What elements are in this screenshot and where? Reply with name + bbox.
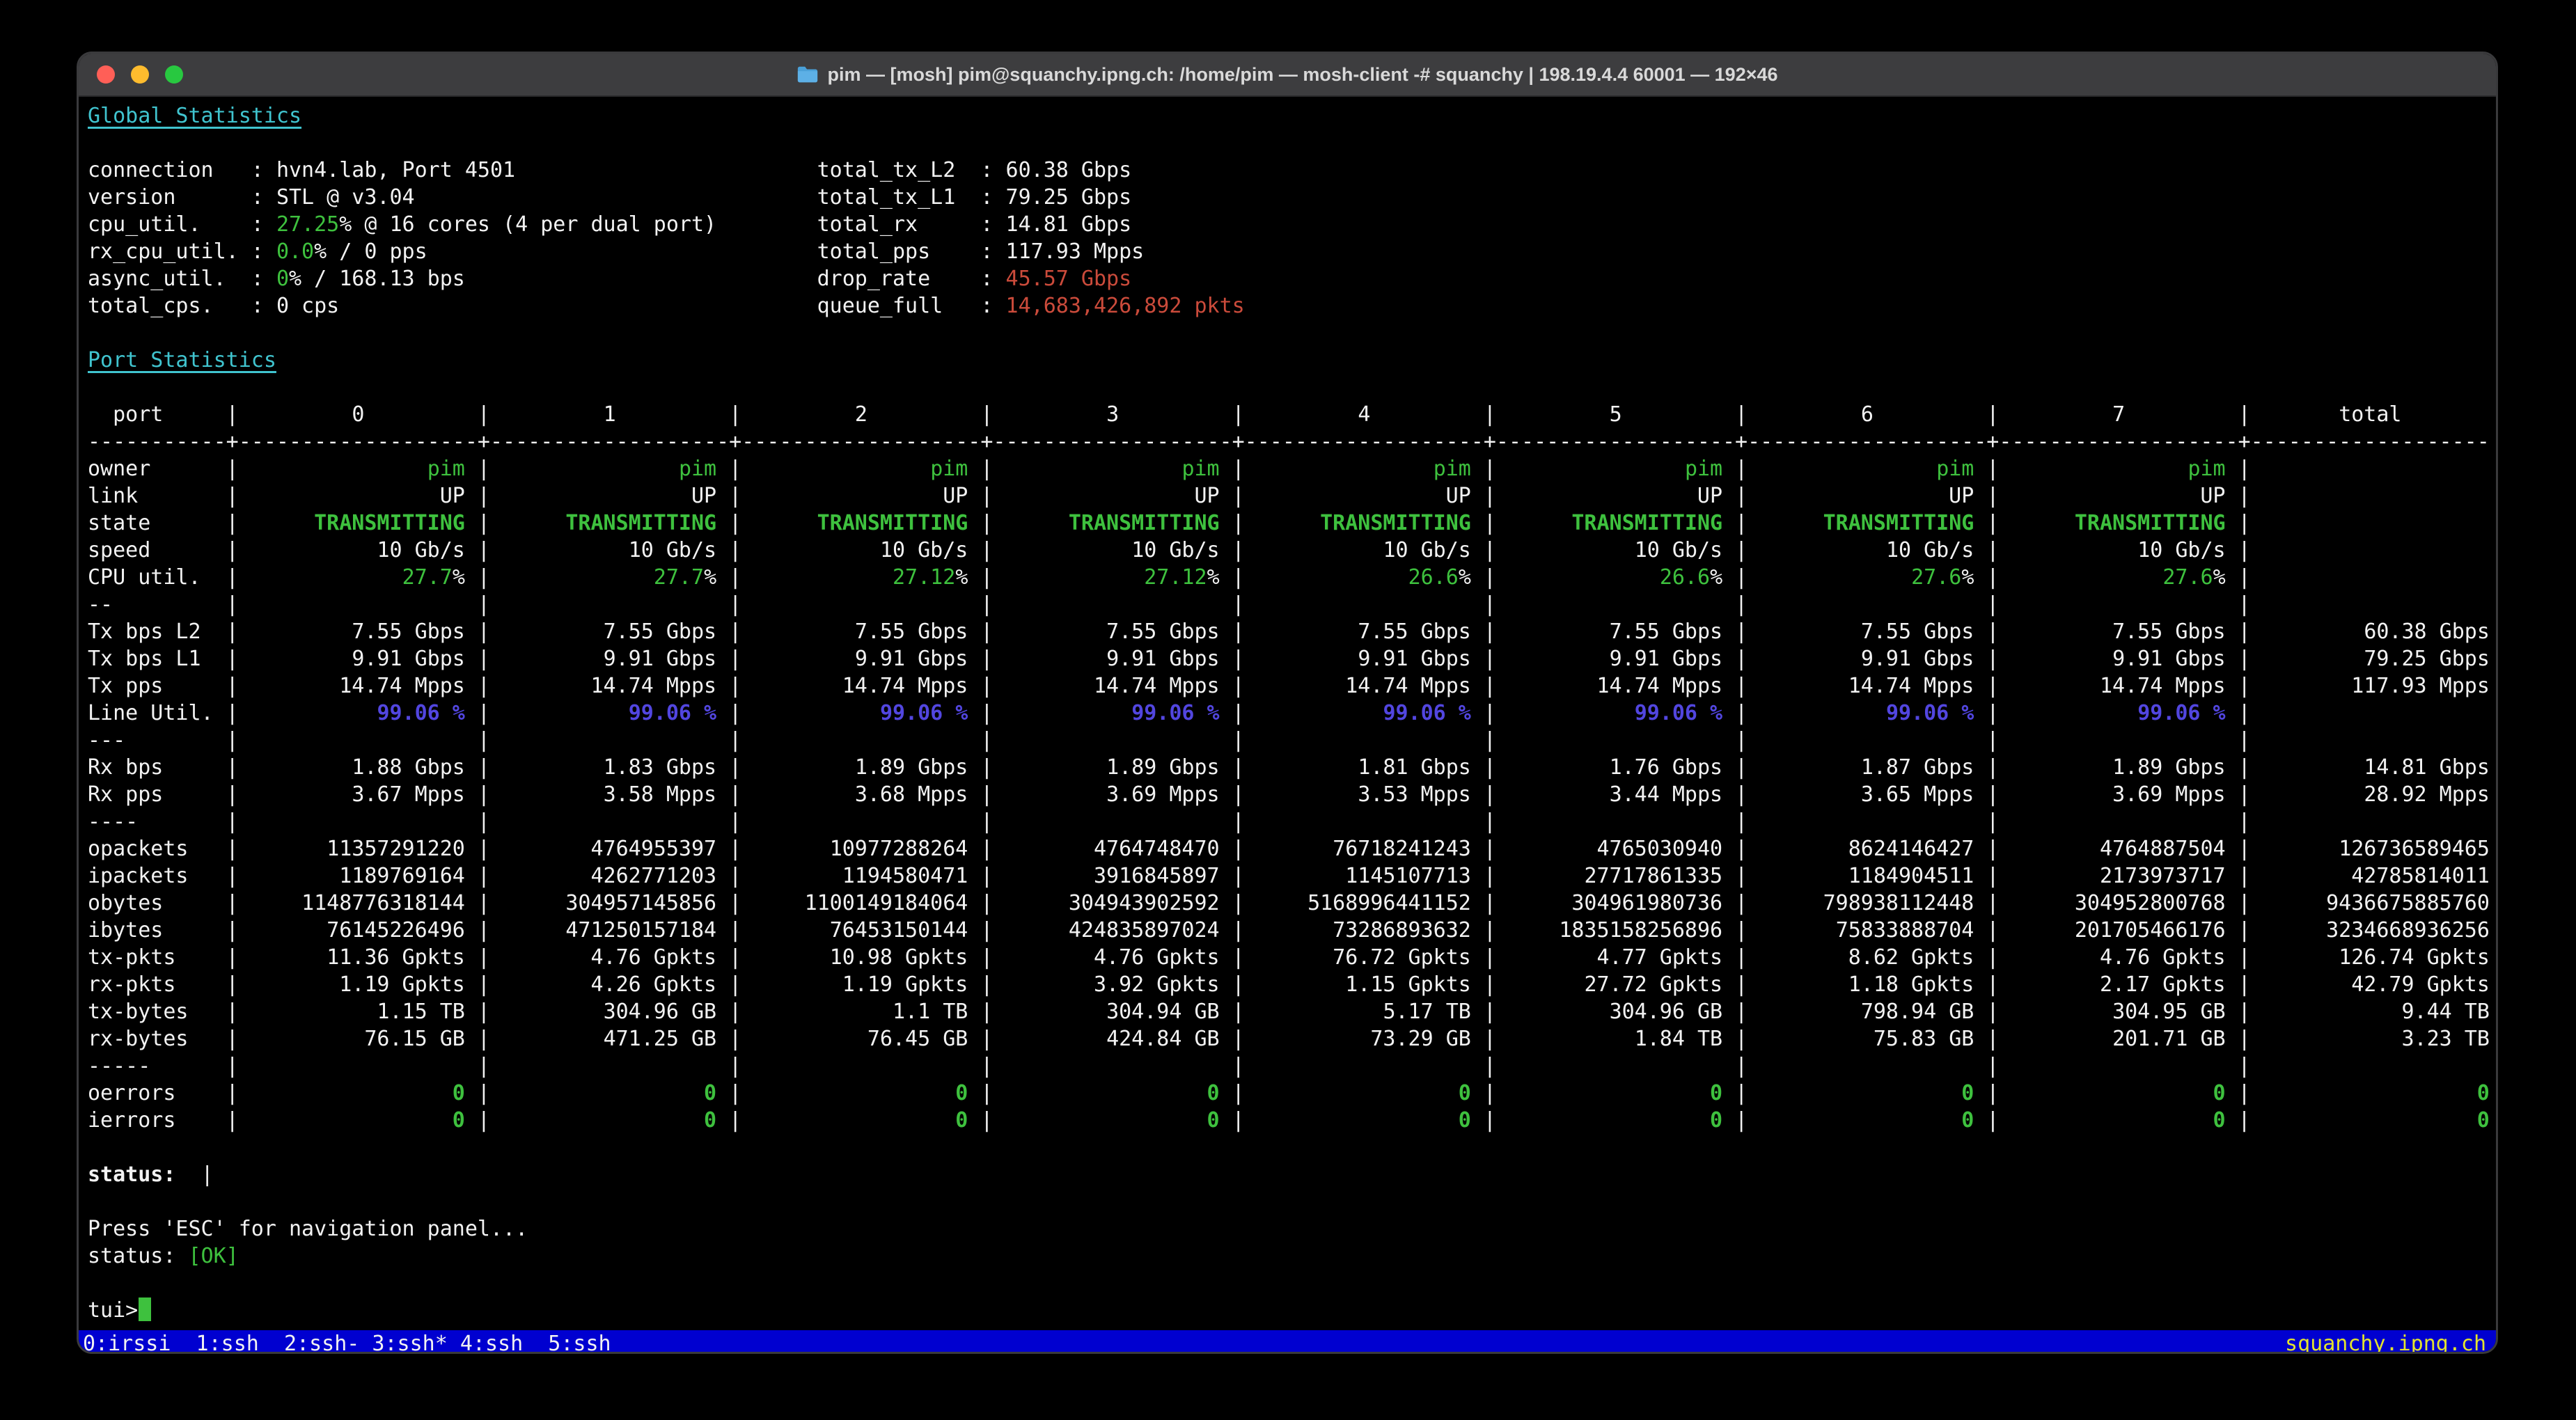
port-table-divider: -----------+-------------------+--------… [88,428,2488,455]
zoom-button[interactable] [165,65,183,84]
window-titlebar: pim — [mosh] pim@squanchy.ipng.ch: /home… [79,54,2496,97]
port-row-owner: owner | pim | pim | pim | pim | pim | pi… [88,455,2488,482]
blank-line [88,129,2488,157]
port-table-separator: --- | | | | | | | | | [88,727,2488,754]
press-esc-hint: Press 'ESC' for navigation panel... [88,1215,2488,1242]
global-stat-line: version : STL @ v3.04 total_tx_L1 : 79.2… [88,184,2488,211]
status-spinner-line: status: | [88,1161,2488,1188]
blank-line [88,1188,2488,1215]
traffic-lights [97,65,183,84]
command-prompt-line[interactable]: tui> [88,1297,2488,1324]
desktop: { "window": { "title": "pim — [mosh] pim… [0,0,2576,1420]
global-stat-line: total_cps. : 0 cps queue_full : 14,683,4… [88,292,2488,320]
global-stat-line: connection : hvn4.lab, Port 4501 total_t… [88,157,2488,184]
port-row-tx-pkts: tx-pkts | 11.36 Gpkts | 4.76 Gpkts | 10.… [88,944,2488,971]
blank-line [88,1270,2488,1297]
port-row-ipackets: ipackets | 1189769164 | 4262771203 | 119… [88,862,2488,890]
port-row-rx-pps: Rx pps | 3.67 Mpps | 3.58 Mpps | 3.68 Mp… [88,781,2488,808]
terminal-window: pim — [mosh] pim@squanchy.ipng.ch: /home… [77,52,2498,1354]
port-row-tx-bps-l2: Tx bps L2 | 7.55 Gbps | 7.55 Gbps | 7.55… [88,618,2488,645]
minimize-button[interactable] [131,65,149,84]
blank-line [88,320,2488,347]
blank-line [88,374,2488,401]
port-row-cpu-util-: CPU util. | 27.7% | 27.7% | 27.12% | 27.… [88,564,2488,591]
blank-line [88,1134,2488,1161]
global-stat-line: rx_cpu_util. : 0.0% / 0 pps total_pps : … [88,238,2488,265]
port-row-rx-bps: Rx bps | 1.88 Gbps | 1.83 Gbps | 1.89 Gb… [88,754,2488,781]
terminal-output: Global Statistics connection : hvn4.lab, … [88,102,2488,1324]
port-table-separator: ---- | | | | | | | | | [88,808,2488,835]
window-title-area: pim — [mosh] pim@squanchy.ipng.ch: /home… [79,54,2496,95]
port-row-rx-bytes: rx-bytes | 76.15 GB | 471.25 GB | 76.45 … [88,1025,2488,1052]
close-button[interactable] [97,65,115,84]
terminal[interactable]: Global Statistics connection : hvn4.lab, … [79,97,2496,1354]
global-stat-line: async_util. : 0% / 168.13 bps drop_rate … [88,265,2488,292]
port-row-tx-bps-l1: Tx bps L1 | 9.91 Gbps | 9.91 Gbps | 9.91… [88,645,2488,672]
screen-status-bar: 0:irssi 1:ssh 2:ssh- 3:ssh* 4:ssh 5:ssh … [79,1330,2496,1354]
port-row-oerrors: oerrors | 0 | 0 | 0 | 0 | 0 | 0 | 0 | 0 … [88,1080,2488,1107]
global-stat-line: cpu_util. : 27.25% @ 16 cores (4 per dua… [88,211,2488,238]
screen-window-list: 0:irssi 1:ssh 2:ssh- 3:ssh* 4:ssh 5:ssh [83,1330,611,1354]
screen-hostname: squanchy.ipng.ch [2285,1330,2486,1354]
port-row-ibytes: ibytes | 76145226496 | 471250157184 | 76… [88,917,2488,944]
port-table-separator: -- | | | | | | | | | [88,591,2488,618]
terminal-cursor [139,1297,151,1321]
port-row-tx-pps: Tx pps | 14.74 Mpps | 14.74 Mpps | 14.74… [88,672,2488,700]
port-row-tx-bytes: tx-bytes | 1.15 TB | 304.96 GB | 1.1 TB … [88,998,2488,1025]
port-row-ierrors: ierrors | 0 | 0 | 0 | 0 | 0 | 0 | 0 | 0 … [88,1107,2488,1134]
port-row-link: link | UP | UP | UP | UP | UP | UP | UP … [88,482,2488,510]
port-table-header: port | 0 | 1 | 2 | 3 | 4 | 5 | 6 | 7 | t… [88,401,2488,428]
port-row-speed: speed | 10 Gb/s | 10 Gb/s | 10 Gb/s | 10… [88,537,2488,564]
port-row-opackets: opackets | 11357291220 | 4764955397 | 10… [88,835,2488,862]
port-row-rx-pkts: rx-pkts | 1.19 Gpkts | 4.26 Gpkts | 1.19… [88,971,2488,998]
port-row-obytes: obytes | 1148776318144 | 304957145856 | … [88,890,2488,917]
port-statistics-heading: Port Statistics [88,347,2488,374]
port-table-separator: ----- | | | | | | | | | [88,1052,2488,1080]
status-ok-line: status: [OK] [88,1242,2488,1270]
port-row-line-util-: Line Util. | 99.06 % | 99.06 % | 99.06 %… [88,700,2488,727]
folder-icon [796,65,819,84]
port-row-state: state | TRANSMITTING | TRANSMITTING | TR… [88,510,2488,537]
global-statistics-heading: Global Statistics [88,102,2488,129]
window-title: pim — [mosh] pim@squanchy.ipng.ch: /home… [827,64,1777,86]
